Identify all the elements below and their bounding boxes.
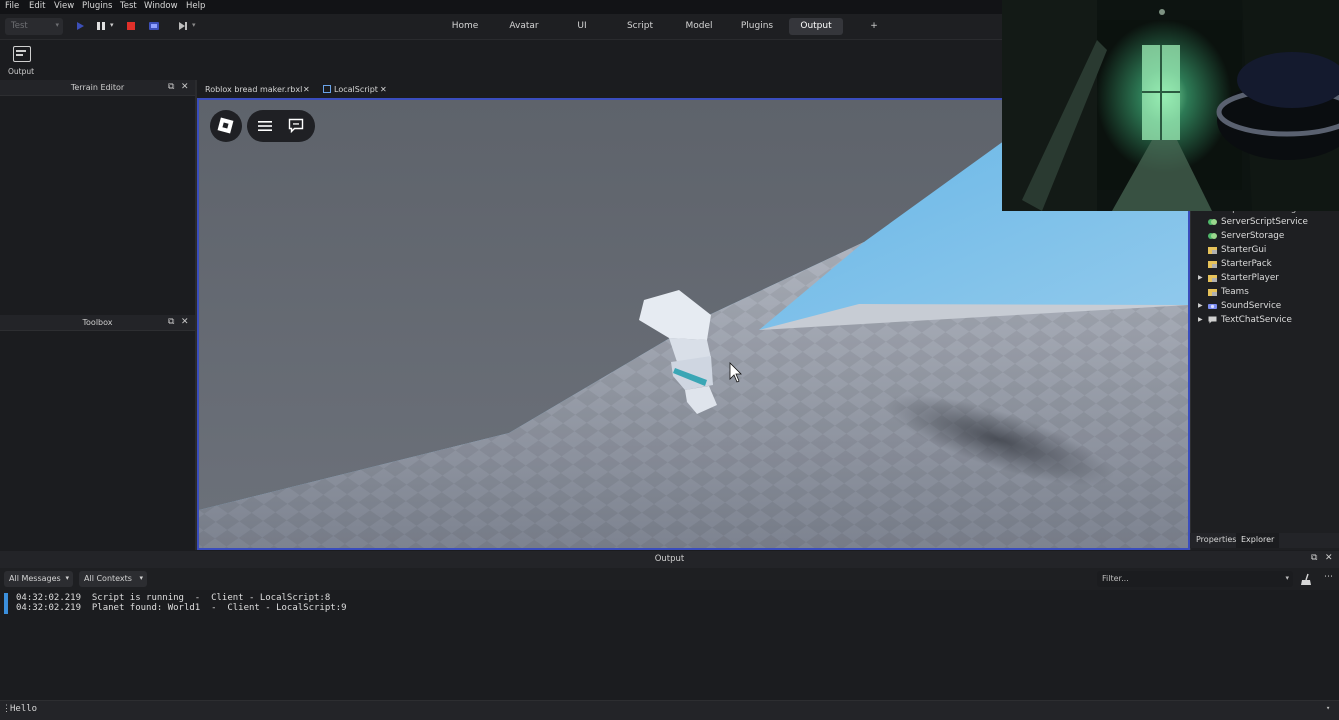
stop-icon[interactable] [125, 20, 137, 32]
close-icon[interactable]: ✕ [303, 85, 310, 94]
folder-icon [1208, 275, 1217, 282]
filter-placeholder: Filter... [1102, 574, 1129, 583]
folder-icon [1208, 261, 1217, 268]
close-icon[interactable]: ✕ [1325, 553, 1333, 563]
menu-file[interactable]: File [5, 1, 19, 11]
output-title: Output [654, 554, 685, 564]
tab-home[interactable]: Home [446, 18, 484, 35]
hamburger-menu-icon[interactable] [258, 119, 272, 133]
chevron-down-icon: ▾ [65, 574, 69, 582]
log-marker [4, 593, 8, 614]
explorer-item-serverscriptservice[interactable]: ServerScriptService [1221, 217, 1308, 227]
chevron-down-icon[interactable]: ▾ [1326, 704, 1330, 712]
explorer-item-soundservice[interactable]: SoundService [1221, 301, 1281, 311]
roblox-menu-button[interactable] [210, 110, 242, 142]
terrain-editor-body [0, 97, 195, 315]
menu-plugins[interactable]: Plugins [82, 1, 112, 11]
tab-model[interactable]: Model [679, 18, 719, 35]
explorer-item-teams[interactable]: Teams [1221, 287, 1249, 297]
folder-icon [1208, 247, 1217, 254]
log-line: 04:32:02.219 Planet found: World1 - Clie… [16, 603, 347, 613]
menu-view[interactable]: View [54, 1, 74, 11]
output-filter-bar: All Messages ▾ All Contexts ▾ Filter... … [0, 568, 1339, 590]
output-header: Output ⧉ ✕ [0, 551, 1339, 568]
folder-icon [1208, 289, 1217, 296]
tab-avatar[interactable]: Avatar [503, 18, 545, 35]
message-type-dropdown[interactable]: All Messages ▾ [4, 571, 73, 587]
undock-icon[interactable]: ⧉ [168, 317, 174, 327]
context-dropdown[interactable]: All Contexts ▾ [79, 571, 147, 587]
step-icon[interactable] [177, 20, 189, 32]
add-tab-button[interactable]: + [866, 18, 882, 35]
command-bar[interactable]: ⋮ Hello ▾ [0, 700, 1339, 720]
output-ribbon-label: Output [8, 67, 35, 76]
doc-tab-place[interactable]: Roblox bread maker.rbxl ✕ [205, 82, 310, 98]
explorer-item-textchatservice[interactable]: TextChatService [1221, 315, 1292, 325]
toolbox-header: Toolbox ⧉ ✕ [0, 315, 195, 331]
command-input-value: Hello [10, 704, 38, 714]
tab-plugins[interactable]: Plugins [735, 18, 779, 35]
undock-icon[interactable]: ⧉ [168, 82, 174, 92]
play-icon[interactable] [74, 20, 86, 32]
context-value: All Contexts [84, 574, 132, 583]
chevron-down-icon: ▾ [55, 21, 59, 29]
pause-options-chevron-icon[interactable]: ▾ [110, 21, 114, 29]
undock-icon[interactable]: ⧉ [1311, 553, 1317, 563]
topbar-controls [247, 110, 315, 142]
menu-test[interactable]: Test [120, 1, 137, 11]
explorer-item-starterpack[interactable]: StarterPack [1221, 259, 1272, 269]
toolbox-body [0, 332, 195, 550]
chevron-down-icon: ▾ [1285, 574, 1289, 582]
message-type-value: All Messages [9, 574, 61, 583]
tab-script[interactable]: Script [620, 18, 660, 35]
menu-edit[interactable]: Edit [29, 1, 45, 11]
menu-window[interactable]: Window [144, 1, 178, 11]
client-server-icon[interactable] [148, 20, 160, 32]
toolbox-title: Toolbox [82, 318, 113, 327]
more-options-icon[interactable]: ⋯ [1324, 572, 1333, 582]
terrain-editor-title: Terrain Editor [70, 83, 125, 92]
service-icon [1208, 219, 1217, 225]
output-window-icon [13, 46, 31, 62]
sound-icon [1208, 304, 1217, 309]
output-log[interactable]: 04:32:02.219 Script is running - Client … [0, 590, 1339, 700]
expand-arrow-icon[interactable]: ▶ [1198, 302, 1203, 309]
log-line: 04:32:02.219 Script is running - Client … [16, 593, 331, 603]
overlay-image [1002, 0, 1339, 211]
filter-input[interactable]: Filter... ▾ [1097, 571, 1293, 587]
explorer-item-starterplayer[interactable]: StarterPlayer [1221, 273, 1279, 283]
tab-properties[interactable]: Properties [1196, 535, 1236, 544]
doc-tab-label: LocalScript [334, 85, 378, 94]
explorer-item-startergui[interactable]: StarterGui [1221, 245, 1266, 255]
close-icon[interactable]: ✕ [181, 317, 189, 327]
chat-icon [1208, 316, 1217, 324]
right-panel-tabs: Properties Explorer [1190, 533, 1339, 548]
doc-tab-label: Roblox bread maker.rbxl [205, 85, 303, 94]
tab-output[interactable]: Output [789, 18, 843, 35]
test-mode-select[interactable]: Test ▾ [5, 18, 63, 35]
step-options-chevron-icon[interactable]: ▾ [192, 21, 196, 29]
roblox-logo-icon [217, 117, 234, 134]
clear-output-icon[interactable] [1300, 573, 1313, 586]
script-icon [323, 85, 331, 93]
test-mode-value: Test [11, 21, 28, 31]
close-icon[interactable]: ✕ [380, 85, 387, 94]
chat-icon[interactable] [288, 118, 304, 133]
video-overlay [1002, 0, 1339, 211]
pause-icon[interactable] [95, 20, 107, 32]
terrain-editor-header: Terrain Editor ⧉ ✕ [0, 80, 195, 96]
explorer-item-serverstorage[interactable]: ServerStorage [1221, 231, 1284, 241]
service-icon [1208, 233, 1217, 239]
chevron-down-icon: ▾ [139, 574, 143, 582]
doc-tab-localscript[interactable]: LocalScript ✕ [323, 82, 391, 98]
menu-help[interactable]: Help [186, 1, 205, 11]
expand-arrow-icon[interactable]: ▶ [1198, 274, 1203, 281]
tab-ui[interactable]: UI [568, 18, 596, 35]
expand-arrow-icon[interactable]: ▶ [1198, 316, 1203, 323]
close-icon[interactable]: ✕ [181, 82, 189, 92]
tab-explorer[interactable]: Explorer [1236, 533, 1280, 548]
